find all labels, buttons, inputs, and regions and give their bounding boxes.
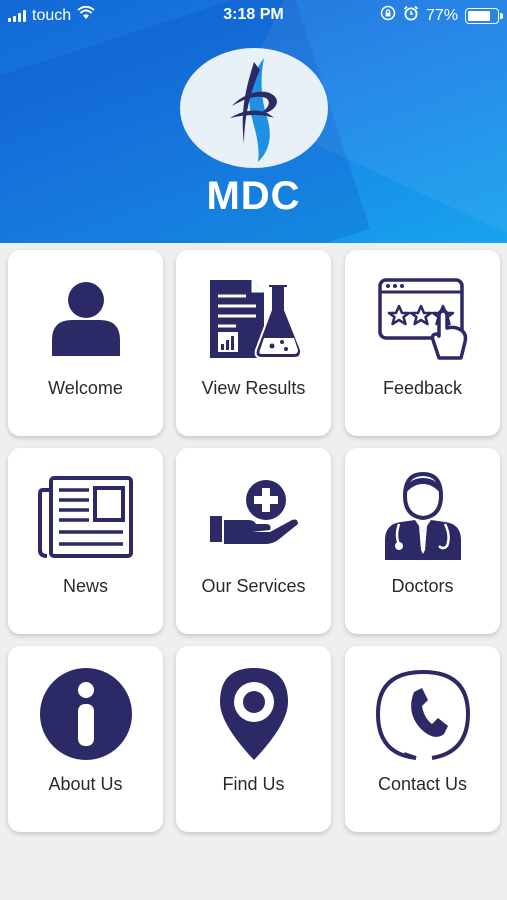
- menu-tile-news[interactable]: News: [8, 448, 163, 634]
- doctor-icon: [381, 470, 465, 567]
- lab-results-icon: [206, 276, 302, 365]
- newspaper-icon: [37, 474, 135, 563]
- battery-icon: [465, 7, 503, 24]
- user-icon: [48, 278, 124, 363]
- care-services-icon: [208, 478, 300, 559]
- menu-tile-view-results[interactable]: View Results: [176, 250, 331, 436]
- menu-tile-label: Feedback: [382, 378, 463, 398]
- app-header: touch 3:18 PM 77% MDC: [0, 0, 507, 243]
- menu-tile-feedback[interactable]: Feedback: [345, 250, 500, 436]
- menu-tile-welcome[interactable]: Welcome: [8, 250, 163, 436]
- app-title: MDC: [206, 174, 301, 218]
- mdc-logo-icon: [180, 48, 328, 168]
- rotation-lock-icon: [380, 5, 396, 26]
- menu-tile-doctors[interactable]: Doctors: [345, 448, 500, 634]
- location-pin-icon: [218, 666, 290, 767]
- status-bar: touch 3:18 PM 77%: [0, 0, 507, 30]
- info-icon: [38, 666, 134, 767]
- menu-tile-about-us[interactable]: About Us: [8, 646, 163, 832]
- menu-tile-label: Contact Us: [377, 774, 468, 794]
- menu-tile-label: About Us: [48, 774, 123, 794]
- menu-tile-label: View Results: [201, 378, 306, 398]
- menu-tile-label: Find Us: [222, 774, 285, 794]
- menu-tile-label: Welcome: [48, 378, 123, 398]
- menu-tile-find-us[interactable]: Find Us: [176, 646, 331, 832]
- battery-percent: 77%: [425, 6, 458, 24]
- rating-feedback-icon: [377, 276, 469, 365]
- menu-tile-our-services[interactable]: Our Services: [176, 448, 331, 634]
- menu-tile-label: Our Services: [201, 576, 306, 596]
- phone-icon: [374, 666, 472, 767]
- alarm-icon: [403, 5, 419, 26]
- menu-tile-label: News: [62, 576, 108, 596]
- menu-tile-label: Doctors: [391, 576, 454, 596]
- menu-tile-contact-us[interactable]: Contact Us: [345, 646, 500, 832]
